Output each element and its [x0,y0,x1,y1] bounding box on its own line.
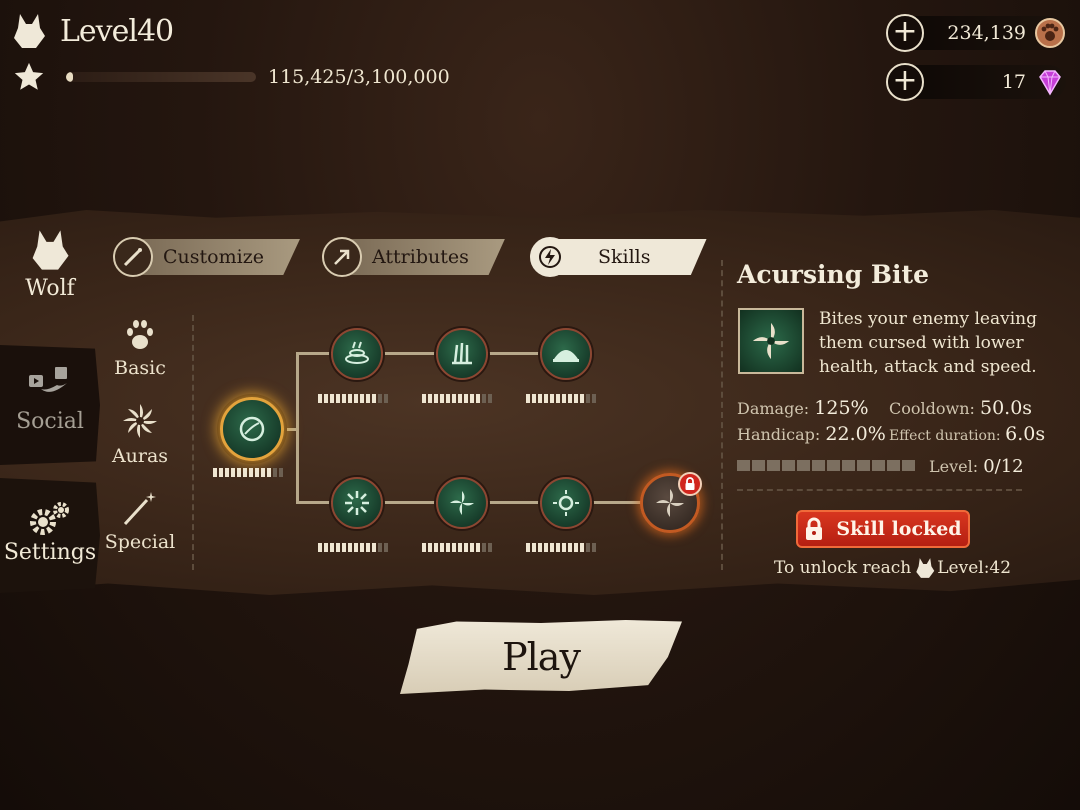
skill-node-root[interactable] [220,397,284,461]
sun-ring-icon [553,490,579,516]
skill-node-top-3[interactable] [540,328,592,380]
nav-settings[interactable]: Settings [0,478,100,593]
paw-coin-icon [1035,18,1065,48]
vortex-icon [450,491,474,515]
tab-skills-label: Skills [550,239,707,275]
stat-effect-value: 6.0s [1005,423,1046,445]
tab-attributes[interactable]: Attributes [322,237,505,277]
aura-swirl-icon [123,404,157,438]
skill-root-pips [213,468,283,477]
acursing-bite-icon [752,322,790,360]
category-auras[interactable]: Auras [100,402,180,467]
stat-cooldown-label: Cooldown: [889,399,975,418]
skill-level-bar [737,460,915,471]
skill-description: Bites your enemy leaving them cursed wit… [819,309,1037,377]
buy-gems-button[interactable]: + [886,63,924,101]
xp-text: 115,425/3,100,000 [268,66,450,88]
detail-separator [737,489,1022,491]
skill-bottom-3-pips [526,543,596,552]
skill-bottom-1-pips [318,543,388,552]
unlock-level: Level:42 [937,558,1012,578]
xp-bar [66,72,256,82]
burst-icon [345,491,369,515]
tab-attributes-label: Attributes [342,239,505,275]
wolf-head-icon [916,558,935,578]
skill-level-label: Level: [929,457,979,476]
star-icon [14,62,44,90]
tab-skills[interactable]: Skills [530,237,707,277]
skill-title: Acursing Bite [737,260,929,289]
nav-wolf-label: Wolf [25,276,75,301]
lock-badge-icon [678,472,702,496]
skill-locked-label: Skill locked [836,518,962,540]
rising-spikes-icon [452,342,472,365]
xp-progress: 115,425/3,100,000 [12,60,450,94]
skill-node-bottom-2[interactable] [436,477,488,529]
skill-locked-button[interactable]: Skill locked [796,510,970,548]
skill-node-top-1[interactable] [331,328,383,380]
lightning-icon [530,237,570,277]
tab-customize[interactable]: Customize [113,237,300,277]
buy-coins-button[interactable]: + [886,14,924,52]
category-basic-label: Basic [114,357,166,379]
stat-damage-label: Damage: [737,399,810,418]
category-special-label: Special [104,531,176,553]
stat-damage: Damage: 125% [737,397,869,419]
skill-top-1-pips [318,394,388,403]
stat-handicap-label: Handicap: [737,425,821,444]
stat-cooldown-value: 50.0s [979,397,1033,419]
paw-icon [127,320,153,349]
level-label: Level40 [60,13,174,49]
stat-cooldown: Cooldown: 50.0s [889,397,1032,419]
skill-level: Level: 0/12 [929,456,1024,477]
brush-icon [113,237,153,277]
gears-icon [30,502,69,535]
wolf-head-icon [32,230,69,270]
skill-node-top-2[interactable] [436,328,488,380]
xp-bar-fill [66,72,74,82]
stat-damage-value: 125% [814,397,869,419]
arrow-up-right-icon [322,237,362,277]
magic-wand-icon [123,492,156,526]
category-special[interactable]: Special [100,490,180,553]
tab-customize-label: Customize [133,239,300,275]
stat-effect-label: Effect duration: [889,428,1001,444]
stat-handicap-value: 22.0% [825,423,886,445]
nav-wolf[interactable]: Wolf [0,228,100,301]
play-button[interactable]: Play [400,620,682,694]
skill-detail-icon [738,308,804,374]
skill-node-bottom-3[interactable] [540,477,592,529]
category-basic[interactable]: Basic [100,318,180,379]
category-auras-label: Auras [111,445,169,467]
unlock-requirement: To unlock reach Level:42 [774,557,1011,579]
social-media-icon [29,367,67,392]
wolf-head-icon [14,14,45,48]
unlock-prefix: To unlock reach [774,558,912,578]
skill-top-2-pips [422,394,492,403]
padlock-icon [806,517,823,540]
gem-counter: + 17 [886,62,1066,102]
skill-bottom-2-pips [422,543,492,552]
skill-level-value: 0/12 [983,456,1024,477]
gem-icon [1039,70,1061,96]
nav-settings-label: Settings [3,540,97,565]
skill-top-3-pips [526,394,596,403]
nav-social-label: Social [16,409,84,434]
play-label: Play [502,635,581,679]
nav-social[interactable]: Social [0,345,100,465]
skill-node-bottom-1[interactable] [331,477,383,529]
social-icons [0,365,100,403]
detail-divider [721,260,723,570]
category-divider [192,315,194,570]
shield-dome-icon [553,350,579,362]
stat-handicap: Handicap: 22.0% [737,423,886,445]
tornado-icon [345,341,369,364]
stat-effect-duration: Effect duration: 6.0s [889,423,1045,445]
player-level: Level40 [12,12,174,50]
coin-counter: + 234,139 [886,13,1066,53]
bite-swirl-icon [239,416,265,442]
